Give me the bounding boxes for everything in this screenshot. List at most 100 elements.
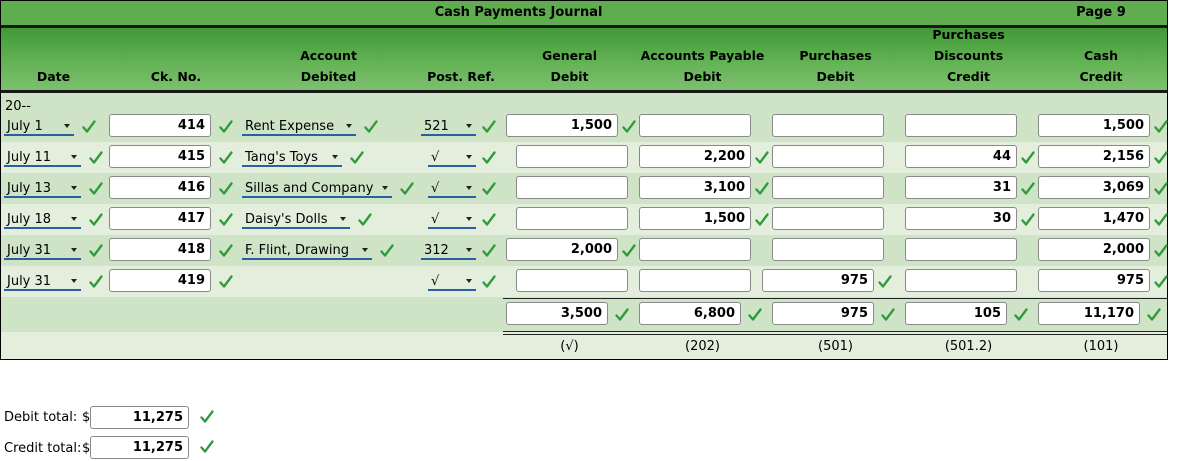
total-cash-input[interactable]: 11,170 [1038,302,1140,325]
cash-input[interactable]: 975 [1038,269,1150,292]
post-ref-select[interactable]: √ [428,148,476,167]
date-select[interactable]: July 1 [4,117,74,136]
post-ref-select[interactable]: 521 [421,117,476,136]
purchases-input[interactable] [772,238,884,261]
ap-input[interactable] [639,114,751,137]
discounts-input[interactable]: 44 [905,145,1017,168]
total-purchases-input[interactable]: 975 [772,302,874,325]
check-icon [89,181,103,197]
ap-input[interactable]: 2,200 [639,145,751,168]
header-line: Account [300,48,357,63]
check-icon [358,212,372,228]
debit-total-input[interactable]: 11,275 [90,406,189,429]
header-date: Date [1,28,106,90]
discounts-input[interactable]: 31 [905,176,1017,199]
account-select[interactable]: Tang's Toys [242,148,342,167]
check-icon [1154,181,1168,197]
ap-input[interactable] [639,238,751,261]
check-number-input[interactable]: 416 [109,176,211,199]
purchases-input[interactable]: 975 [762,269,874,292]
ap-input[interactable]: 3,100 [639,176,751,199]
header-line: Debit [816,69,855,84]
total-general-input[interactable]: 3,500 [506,302,608,325]
posting-ref-general: (√) [560,339,579,354]
total-ap-input[interactable]: 6,800 [639,302,741,325]
check-icon [878,274,892,290]
check-number-input[interactable]: 418 [109,238,211,261]
post-ref-select[interactable]: √ [428,272,476,291]
check-icon [482,150,496,166]
check-number-input[interactable]: 414 [109,114,211,137]
chevron-down-icon [71,155,77,159]
check-icon [1154,150,1168,166]
date-select[interactable]: July 31 [4,241,81,260]
check-number-input[interactable]: 417 [109,207,211,230]
post-ref-select[interactable]: √ [428,179,476,198]
debit-total-label: Debit total: [4,410,78,425]
account-select[interactable]: Daisy's Dolls [242,210,350,229]
check-icon [748,307,762,323]
page-number: Page 9 [1076,5,1126,20]
purchases-input[interactable] [772,176,884,199]
purchases-input[interactable] [772,207,884,230]
date-select[interactable]: July 13 [4,179,81,198]
general-input[interactable]: 1,500 [506,114,618,137]
check-icon [219,119,233,135]
chevron-down-icon [71,217,77,221]
check-icon [482,212,496,228]
general-input[interactable] [516,176,628,199]
cash-input[interactable]: 2,000 [1038,238,1150,261]
cash-input[interactable]: 1,500 [1038,114,1150,137]
post-ref-value: √ [431,274,440,289]
header-line: Purchases [799,48,872,63]
posting-ref-cash: (101) [1083,339,1119,354]
general-input[interactable] [516,207,628,230]
purchases-input[interactable] [772,114,884,137]
date-select[interactable]: July 11 [4,148,81,167]
check-number-input[interactable]: 419 [109,269,211,292]
discounts-input[interactable] [905,269,1017,292]
check-icon [219,212,233,228]
header-general: General Debit [503,28,636,90]
general-input[interactable]: 2,000 [506,238,618,261]
cash-input[interactable]: 1,470 [1038,207,1150,230]
account-select[interactable]: F. Flint, Drawing [242,241,372,260]
ap-input[interactable] [639,269,751,292]
chevron-down-icon [466,217,472,221]
general-input[interactable] [516,145,628,168]
total-discounts-input[interactable]: 105 [905,302,1007,325]
account-select[interactable]: Rent Expense [242,117,356,136]
chevron-down-icon [466,124,472,128]
check-icon [219,150,233,166]
check-icon [82,119,96,135]
chevron-down-icon [466,279,472,283]
cash-input[interactable]: 3,069 [1038,176,1150,199]
credit-total-input[interactable]: 11,275 [90,436,189,459]
chevron-down-icon [466,186,472,190]
check-number-input[interactable]: 415 [109,145,211,168]
header-line: Post. Ref. [427,69,495,84]
date-select[interactable]: July 31 [4,272,81,291]
account-select[interactable]: Sillas and Company [242,179,392,198]
header-line: Cash [1084,48,1118,63]
check-icon [1154,274,1168,290]
check-icon [200,439,214,455]
post-ref-value: 312 [424,243,449,258]
cash-input[interactable]: 2,156 [1038,145,1150,168]
discounts-input[interactable] [905,114,1017,137]
general-input[interactable] [516,269,628,292]
ap-input[interactable]: 1,500 [639,207,751,230]
discounts-input[interactable]: 30 [905,207,1017,230]
chevron-down-icon [382,186,388,190]
purchases-input[interactable] [772,145,884,168]
account-value: Rent Expense [245,119,335,134]
check-icon [89,243,103,259]
post-ref-select[interactable]: √ [428,210,476,229]
post-ref-select[interactable]: 312 [421,241,476,260]
chevron-down-icon [466,248,472,252]
check-icon [622,243,636,259]
check-icon [1021,150,1035,166]
date-select[interactable]: July 18 [4,210,81,229]
account-value: Sillas and Company [245,181,374,196]
discounts-input[interactable] [905,238,1017,261]
